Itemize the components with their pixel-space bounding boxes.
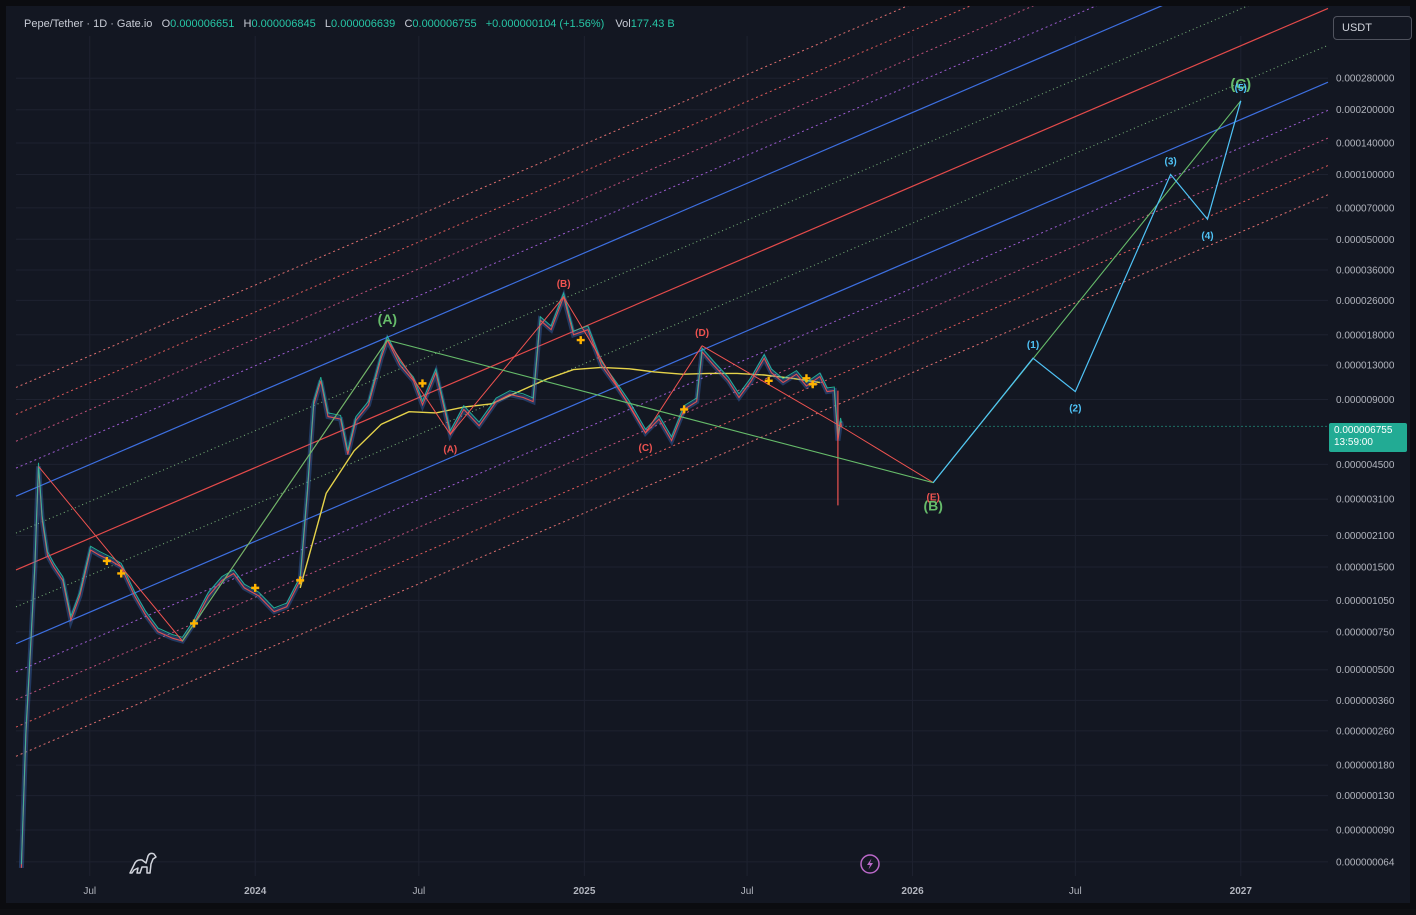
price-tick-label: 0.000070000 xyxy=(1336,203,1395,214)
time-tick-label: 2024 xyxy=(244,886,267,897)
price-tick-label: 0.000000500 xyxy=(1336,665,1395,676)
wave-label-primary: (A) xyxy=(378,311,397,327)
price-tick-label: 0.000280000 xyxy=(1336,74,1395,85)
price-tick-label: 0.000000260 xyxy=(1336,726,1395,737)
wave-label-impulse: (4) xyxy=(1201,231,1213,242)
price-tick-label: 0.000026000 xyxy=(1336,296,1395,307)
lightning-icon[interactable] xyxy=(860,854,880,874)
price-tick-label: 0.000000750 xyxy=(1336,627,1395,638)
price-chart[interactable]: (A)(B)(C)(A)(B)(C)(D)(E)(1)(2)(3)(4)(5) … xyxy=(6,6,1416,915)
channel-extension-line xyxy=(15,6,972,415)
dinosaur-icon[interactable] xyxy=(129,852,157,874)
wave-label-impulse: (2) xyxy=(1069,404,1081,415)
wave-zigzag xyxy=(38,100,1242,642)
price-tick-label: 0.000000130 xyxy=(1336,791,1395,802)
last-price: 0.000006755 xyxy=(1334,425,1393,436)
ma-line xyxy=(299,366,821,589)
price-tick-label: 0.000000180 xyxy=(1336,761,1395,772)
price-tick-label: 0.000002100 xyxy=(1336,531,1395,542)
channel-extension-line xyxy=(15,6,909,388)
open-key: O xyxy=(161,18,171,30)
price-axis[interactable]: 0.000280000 0.000200000 0.000140000 0.00010… xyxy=(1336,74,1395,869)
channel-extension-line xyxy=(15,194,1329,757)
price-tick-label: 0.000000090 xyxy=(1336,825,1395,836)
wave-label-impulse: (3) xyxy=(1165,156,1177,167)
wave-label-intermediate: (C) xyxy=(639,443,653,454)
price-tick-label: 0.000003100 xyxy=(1336,495,1395,506)
time-tick-label: Jul xyxy=(741,886,754,897)
wave-label-impulse: (1) xyxy=(1027,340,1039,351)
time-tick-label: Jul xyxy=(412,886,425,897)
price-tick-label: 0.000001500 xyxy=(1336,563,1395,574)
price-tick-label: 0.000140000 xyxy=(1336,139,1395,150)
signal-plus-marker xyxy=(418,379,427,388)
price-tick-label: 0.000050000 xyxy=(1336,235,1395,246)
time-tick-label: Jul xyxy=(83,886,96,897)
price-tick-label: 0.000009000 xyxy=(1336,395,1395,406)
currency-button[interactable]: USDT xyxy=(1333,16,1412,40)
channel-median-line xyxy=(15,7,1329,571)
wave-label-intermediate: (E) xyxy=(927,493,940,504)
close-value: 0.000006755 xyxy=(412,18,477,30)
channel-quarter-line xyxy=(15,44,1329,608)
volume-value: 177.43 B xyxy=(630,18,675,30)
time-tick-label: 2025 xyxy=(573,886,596,897)
chart-frame[interactable]: (A) (B) (C) (A) (B) (C) (D) (E) (1) (2) (3) (4) (5) … xyxy=(0,0,1416,909)
open-value: 0.000006651 xyxy=(170,18,235,30)
price-line-red xyxy=(20,295,843,868)
high-value: 0.000006845 xyxy=(251,18,316,30)
volume-key: Vol xyxy=(615,18,631,30)
primary-wave-line xyxy=(181,100,1242,642)
zigzag-red-line xyxy=(38,296,934,642)
wave-label-intermediate: (B) xyxy=(557,279,571,290)
trend-channel xyxy=(15,6,1329,757)
price-series xyxy=(18,288,1328,868)
price-tick-label: 0.000000064 xyxy=(1336,857,1395,868)
low-value: 0.000006639 xyxy=(331,18,396,30)
time-tick-label: 2027 xyxy=(1230,886,1253,897)
price-tick-label: 0.000004500 xyxy=(1336,460,1395,471)
change-value: +0.000000104 (+1.56%) xyxy=(485,18,605,30)
price-tick-label: 0.000000360 xyxy=(1336,696,1395,707)
channel-extension-line xyxy=(15,165,1329,728)
moving-average xyxy=(299,366,821,589)
time-axis[interactable]: Jul 2024 Jul 2025 Jul 2026 Jul 2027 xyxy=(83,886,1252,897)
wave-label-intermediate: (A) xyxy=(443,444,457,455)
symbol-header: Pepe/Tether · 1D · Gate.io O0.000006651 … xyxy=(24,18,675,30)
bar-countdown: 13:59:00 xyxy=(1334,437,1373,448)
price-tick-label: 0.000036000 xyxy=(1336,265,1395,276)
grid xyxy=(16,36,1328,876)
channel-upper-line xyxy=(15,6,1163,497)
channel-lower-line xyxy=(15,81,1329,645)
last-price-tag: 0.000006755 13:59:00 xyxy=(1329,423,1407,452)
channel-extension-line xyxy=(15,137,1329,701)
price-tick-label: 0.000200000 xyxy=(1336,105,1395,116)
wave-labels: (A)(B)(C)(A)(B)(C)(D)(E)(1)(2)(3)(4)(5) xyxy=(102,76,1251,628)
price-tick-label: 0.000100000 xyxy=(1336,170,1395,181)
symbol-name[interactable]: Pepe/Tether · 1D · Gate.io xyxy=(24,18,152,30)
wave-label-impulse: (5) xyxy=(1235,83,1247,94)
price-tick-label: 0.000013000 xyxy=(1336,361,1395,372)
price-tick-label: 0.000001050 xyxy=(1336,596,1395,607)
signal-plus-marker xyxy=(576,336,585,345)
price-tick-label: 0.000018000 xyxy=(1336,330,1395,341)
high-key: H xyxy=(243,18,252,30)
wave-label-intermediate: (D) xyxy=(695,328,709,339)
signal-plus-marker xyxy=(764,376,773,385)
time-tick-label: Jul xyxy=(1069,886,1082,897)
time-tick-label: 2026 xyxy=(901,886,924,897)
channel-extension-line xyxy=(15,6,1035,442)
